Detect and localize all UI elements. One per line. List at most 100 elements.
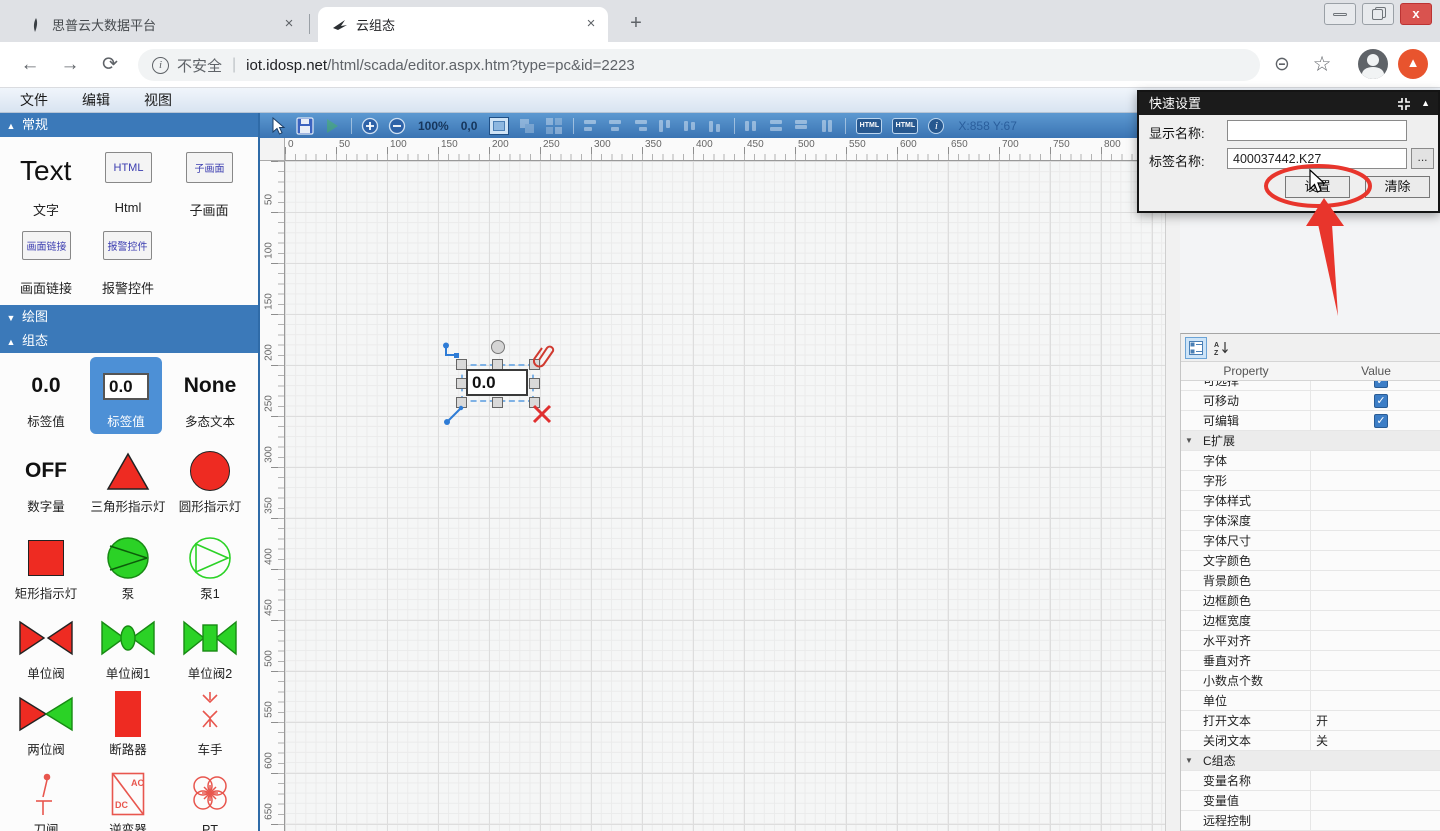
screen-link-widget-preview[interactable]: 画面链接 [22,231,71,260]
alarm-widget-preview[interactable]: 报警控件 [103,231,152,260]
section-header-drawing[interactable]: ▼绘图 [0,305,258,329]
new-tab-button[interactable]: + [622,10,650,38]
palette-item-pump1[interactable]: 泵1 [170,535,250,602]
browser-update-icon[interactable] [1398,49,1428,79]
palette-item-digital[interactable]: OFF 数字量 [6,448,86,515]
palette-item-tagvalue-boxed-selected[interactable]: 0.0 标签值 [90,357,162,434]
property-row[interactable]: 水平对齐 [1181,631,1440,651]
attach-paperclip-icon[interactable] [533,342,555,368]
info-icon[interactable]: i [928,118,944,134]
palette-item-handcart[interactable]: 车手 [170,691,250,758]
browse-tag-button[interactable]: ... [1411,148,1434,169]
palette-item-inverter[interactable]: ACDC 逆变器 [88,771,168,831]
canvas-view-toggle[interactable] [489,117,509,135]
property-row[interactable]: 垂直对齐 [1181,651,1440,671]
select-cursor-tool[interactable] [269,117,287,135]
html-export-icon[interactable]: HTML [856,118,882,134]
palette-item-pt[interactable]: PT [170,771,250,831]
tag-name-input[interactable] [1227,148,1407,169]
property-row[interactable]: 字体尺寸 [1181,531,1440,551]
checkbox-checked-icon[interactable]: ✓ [1374,394,1388,408]
connector-line-icon[interactable] [443,404,465,426]
menu-file[interactable]: 文件 [6,90,62,110]
page-info-icon[interactable]: i [152,57,169,74]
design-canvas[interactable]: 0.0 [285,161,1165,831]
property-value[interactable]: 开 [1311,712,1440,729]
quick-settings-header[interactable]: 快速设置 ▲ [1139,92,1438,115]
align-right-icon[interactable] [632,119,649,133]
address-bar[interactable]: i 不安全 | iot.idosp.net /html/scada/editor… [138,49,1260,81]
property-row[interactable]: 可编辑✓ [1181,411,1440,431]
palette-item-pump[interactable]: 泵 [88,535,168,602]
property-value[interactable]: ✓ [1311,381,1440,388]
section-header-scada[interactable]: ▲组态 [0,329,258,353]
text-widget-preview[interactable]: Text [20,155,71,187]
property-row[interactable]: 可选择✓ [1181,381,1440,391]
forward-icon[interactable]: → [56,51,84,79]
property-row[interactable]: 字体深度 [1181,511,1440,531]
bookmark-star-icon[interactable]: ☆ [1308,51,1336,79]
palette-item-twoway-valve[interactable]: 两位阀 [6,691,86,758]
palette-item-rect-light[interactable]: 矩形指示灯 [6,535,86,602]
menu-view[interactable]: 视图 [130,90,186,110]
restore-button[interactable] [1362,3,1394,25]
close-button[interactable]: x [1400,3,1432,25]
palette-item-tagvalue[interactable]: 0.0 标签值 [6,363,86,430]
property-row[interactable]: 字体 [1181,451,1440,471]
distribute-v-icon[interactable] [818,119,835,133]
property-row[interactable]: 边框宽度 [1181,611,1440,631]
display-name-input[interactable] [1227,120,1407,141]
tab-close-icon[interactable]: × [280,16,298,34]
palette-item-circle-light[interactable]: 圆形指示灯 [170,448,250,515]
tag-value-widget[interactable]: 0.0 [466,369,528,396]
resize-handle-e[interactable] [529,378,540,389]
group-icon[interactable] [518,117,536,135]
property-group-row[interactable]: ▼C组态 [1181,751,1440,771]
html-preview-icon[interactable]: HTML [892,118,918,134]
reload-icon[interactable]: ⟳ [96,51,124,79]
property-row[interactable]: 背景颜色 [1181,571,1440,591]
align-left-icon[interactable] [582,119,599,133]
align-center-icon[interactable] [607,119,624,133]
resize-handle-s[interactable] [492,397,503,408]
back-icon[interactable]: ← [16,51,44,79]
save-icon[interactable] [296,117,314,135]
tab-scada-editor[interactable]: 云组态 × [318,7,608,42]
property-row[interactable]: 变量值 [1181,791,1440,811]
checkbox-checked-icon[interactable]: ✓ [1374,381,1388,388]
property-row[interactable]: 字形 [1181,471,1440,491]
subscreen-widget-preview[interactable]: 子画面 [186,152,233,183]
tab-close-icon[interactable]: × [582,16,600,34]
property-value[interactable]: ✓ [1311,413,1440,428]
palette-item-triangle-light[interactable]: 三角形指示灯 [88,448,168,515]
checkbox-checked-icon[interactable]: ✓ [1374,414,1388,428]
property-row[interactable]: 边框颜色 [1181,591,1440,611]
palette-item-valve[interactable]: 单位阀 [6,615,86,682]
palette-item-valve1[interactable]: 单位阀1 [88,615,168,682]
property-row[interactable]: 字体样式 [1181,491,1440,511]
menu-edit[interactable]: 编辑 [68,90,124,110]
canvas-vertical-scrollbar[interactable] [1165,138,1180,831]
property-row[interactable]: 远程控制 [1181,811,1440,831]
section-header-general[interactable]: ▲常规 [0,113,258,137]
run-icon[interactable] [323,117,341,135]
same-width-icon[interactable] [743,119,760,133]
property-row[interactable]: 变量名称 [1181,771,1440,791]
align-middle-icon[interactable] [682,119,699,133]
connector-link-icon[interactable] [442,342,460,360]
distribute-h-icon[interactable] [793,119,810,133]
property-value[interactable]: ✓ [1311,393,1440,408]
align-bottom-icon[interactable] [707,119,724,133]
delete-x-icon[interactable] [532,404,552,424]
dock-panel-icon[interactable] [1397,97,1411,111]
minimize-button[interactable] [1324,3,1356,25]
categorized-view-icon[interactable] [1185,337,1207,359]
property-row[interactable]: 文字颜色 [1181,551,1440,571]
property-row[interactable]: 单位 [1181,691,1440,711]
palette-item-breaker[interactable]: 断路器 [88,691,168,758]
property-row[interactable]: 可移动✓ [1181,391,1440,411]
rotate-handle[interactable] [491,340,505,354]
zoom-out-page-icon[interactable]: ⊝ [1268,51,1296,79]
palette-item-knife-switch[interactable]: 刀闸 [6,771,86,831]
property-value[interactable]: 关 [1311,732,1440,749]
